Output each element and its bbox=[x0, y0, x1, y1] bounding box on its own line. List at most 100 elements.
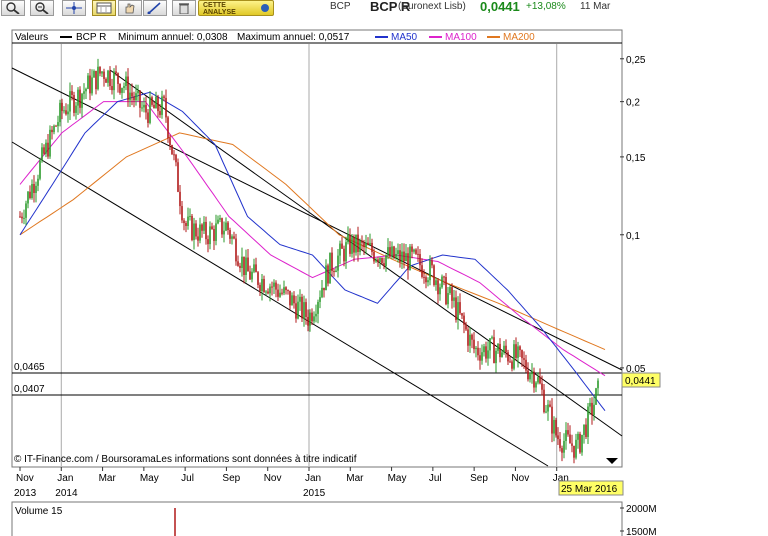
price-chart[interactable]: 0,250,20,150,10,05 Nov Jan Mar May Jul Sep Nov… bbox=[0, 18, 768, 536]
candle-body bbox=[99, 66, 101, 74]
candle-body bbox=[373, 251, 375, 262]
candle-body bbox=[411, 246, 413, 252]
zoom-in-button[interactable] bbox=[1, 0, 25, 16]
period-select-button[interactable] bbox=[92, 0, 116, 16]
candle-body bbox=[407, 253, 409, 271]
candle-body bbox=[129, 92, 131, 101]
candle-body bbox=[139, 90, 141, 108]
crosshair-button[interactable] bbox=[62, 0, 86, 16]
candle-body bbox=[531, 371, 533, 375]
last-price-label: 0,0441 bbox=[625, 376, 656, 387]
candle-body bbox=[499, 343, 501, 358]
candle-body bbox=[577, 433, 579, 440]
candle-body bbox=[313, 316, 315, 322]
candle-body bbox=[257, 272, 259, 285]
candle-body bbox=[209, 226, 211, 245]
candle-body bbox=[89, 75, 91, 94]
candle-body bbox=[549, 404, 551, 407]
candle-body bbox=[69, 91, 71, 112]
candle-body bbox=[333, 271, 335, 273]
candle-body bbox=[157, 96, 159, 112]
last-price: 0,0441 bbox=[480, 0, 520, 14]
x-tick-label: Nov bbox=[264, 473, 282, 484]
pan-button[interactable] bbox=[118, 0, 142, 16]
candle-body bbox=[383, 263, 385, 267]
candle-body bbox=[469, 334, 471, 346]
zoom-out-icon bbox=[35, 2, 49, 14]
candle-body bbox=[307, 316, 309, 326]
candle-body bbox=[357, 234, 359, 252]
candle-body bbox=[505, 345, 507, 353]
candle-body bbox=[379, 257, 381, 263]
candle-body bbox=[337, 255, 339, 271]
y-tick-label: 0,1 bbox=[626, 231, 640, 242]
candle-body bbox=[233, 236, 235, 239]
candle-body bbox=[369, 242, 371, 245]
candle-body bbox=[353, 237, 355, 253]
candle-body bbox=[47, 142, 49, 157]
candle-body bbox=[191, 215, 193, 240]
candle-body bbox=[529, 374, 531, 380]
candle-body bbox=[377, 259, 379, 263]
candle-body bbox=[303, 302, 305, 319]
candle-body bbox=[363, 242, 365, 248]
candle-body bbox=[391, 246, 393, 257]
candle-body bbox=[223, 230, 225, 235]
candle-body bbox=[371, 242, 373, 252]
candle-body bbox=[495, 350, 497, 364]
x-tick-label: May bbox=[388, 473, 407, 484]
candle-body bbox=[305, 302, 307, 317]
candle-body bbox=[403, 251, 405, 262]
candle-body bbox=[169, 138, 171, 146]
candle-body bbox=[181, 206, 183, 221]
candle-body bbox=[109, 70, 111, 87]
candle-body bbox=[201, 224, 203, 231]
candle-body bbox=[287, 290, 289, 292]
candle-body bbox=[535, 382, 537, 388]
candle-body bbox=[87, 75, 89, 89]
candle-body bbox=[541, 383, 543, 390]
crosshair-icon bbox=[66, 2, 82, 14]
candle-body bbox=[31, 183, 33, 199]
candle-body bbox=[533, 371, 535, 388]
candle-body bbox=[53, 125, 55, 133]
y-tick-label: 0,2 bbox=[626, 98, 640, 109]
candle-body bbox=[77, 89, 79, 106]
candle-body bbox=[79, 89, 81, 108]
analysis-label-line2: ANALYSE bbox=[203, 9, 236, 16]
candle-body bbox=[71, 91, 73, 95]
candle-body bbox=[265, 291, 267, 293]
candle-body bbox=[63, 110, 65, 112]
candle-body bbox=[195, 223, 197, 237]
candle-body bbox=[35, 185, 37, 193]
delete-button[interactable] bbox=[172, 0, 196, 16]
y-tick-label: 0,15 bbox=[626, 153, 646, 164]
candle-body bbox=[595, 388, 597, 405]
year-label: 2013 bbox=[14, 488, 37, 499]
candle-body bbox=[229, 230, 231, 239]
candle-body bbox=[243, 256, 245, 275]
trash-icon bbox=[179, 3, 189, 14]
candle-body bbox=[485, 346, 487, 359]
candle-body bbox=[225, 222, 227, 231]
candle-body bbox=[101, 71, 103, 74]
candle-body bbox=[73, 94, 75, 113]
candle-body bbox=[165, 97, 167, 118]
y-axis: 0,250,20,150,10,05 bbox=[620, 55, 646, 375]
candle-body bbox=[121, 87, 123, 93]
candle-body bbox=[537, 377, 539, 383]
candle-body bbox=[581, 434, 583, 453]
candle-body bbox=[479, 355, 481, 361]
zoom-out-button[interactable] bbox=[30, 0, 54, 16]
candle-body bbox=[475, 347, 477, 350]
candle-body bbox=[271, 286, 273, 288]
x-tick-label: Jul bbox=[429, 473, 442, 484]
draw-line-button[interactable] bbox=[143, 0, 167, 16]
candle-body bbox=[131, 92, 133, 97]
candle-body bbox=[409, 246, 411, 271]
analysis-button[interactable]: CETTE ANALYSE bbox=[198, 0, 274, 16]
candle-body bbox=[207, 239, 209, 245]
candle-body bbox=[189, 215, 191, 217]
candle-body bbox=[399, 250, 401, 262]
candle-body bbox=[97, 66, 99, 90]
